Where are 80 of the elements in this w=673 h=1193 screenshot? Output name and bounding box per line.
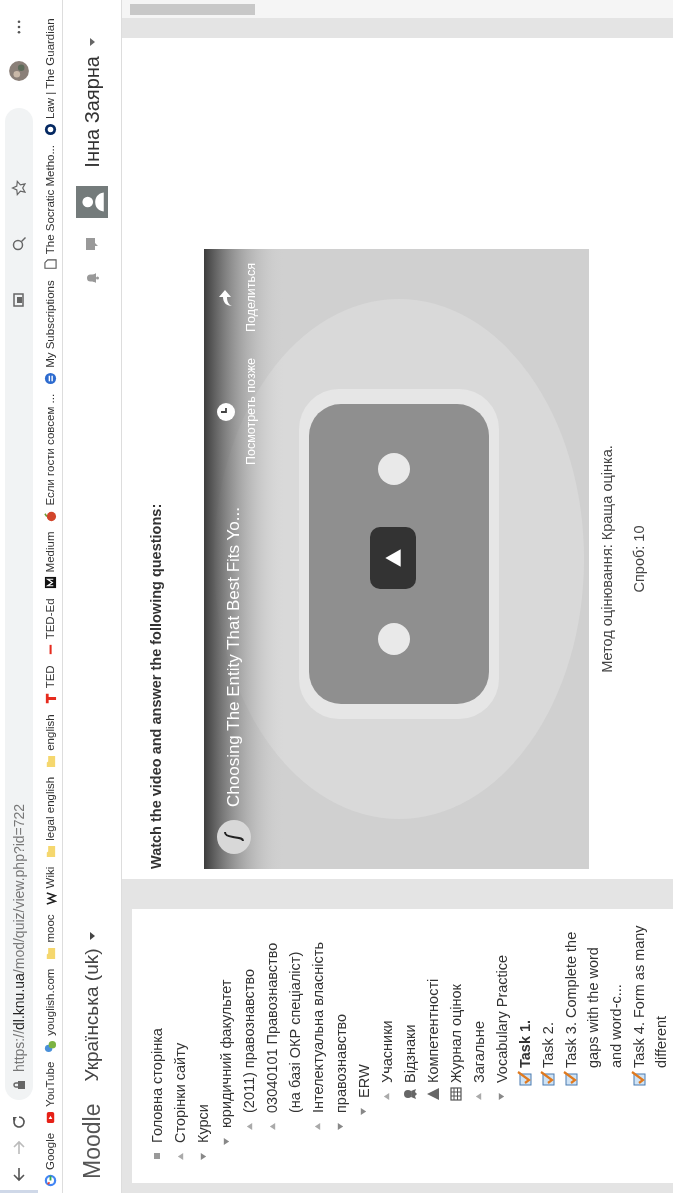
navigation-link[interactable]: правознавство <box>329 1013 352 1113</box>
clock-icon <box>216 401 236 422</box>
badge-icon <box>402 1087 417 1101</box>
quiz-icon <box>630 1070 647 1086</box>
collapsed-arrow-icon[interactable] <box>267 1122 277 1131</box>
quiz-icon <box>562 1070 579 1086</box>
attempts-text: Спроб: 10 <box>631 524 647 595</box>
bookmark[interactable]: youglish.com <box>43 968 57 1053</box>
bookmark-icon <box>43 371 57 385</box>
quiz-icon <box>539 1070 556 1086</box>
user-menu[interactable]: Інна Заярна <box>80 38 104 168</box>
bookmark[interactable]: The Socratic Metho... <box>43 145 57 272</box>
profile-avatar-icon[interactable] <box>8 60 30 82</box>
navigation-link[interactable]: Загальне <box>467 1021 490 1083</box>
address-bar[interactable]: https://dl.knu.ua/mod/quiz/view.php?id=722 <box>5 108 33 1100</box>
bullet-icon <box>154 1153 161 1159</box>
collapsed-arrow-icon[interactable] <box>382 1092 392 1101</box>
collapsed-arrow-icon[interactable] <box>313 1122 323 1131</box>
scrollbar[interactable] <box>122 0 673 18</box>
bookmark[interactable]: Medium <box>43 531 57 590</box>
bookmark-icon <box>43 123 57 136</box>
navigation-link[interactable]: Відзнаки <box>398 1024 421 1083</box>
navigation-link[interactable]: Інтелектуальна власність <box>306 941 329 1113</box>
navigation-link[interactable]: (2011) правознавство <box>238 968 261 1113</box>
collapsed-arrow-icon[interactable] <box>175 1152 185 1161</box>
lock-icon <box>13 1080 25 1090</box>
navigation-link[interactable]: Task 3. Complete the gaps with the word and word-c... <box>559 921 627 1068</box>
bookmark[interactable]: Wiki <box>43 866 57 906</box>
bookmark[interactable]: Если гости совсем ... <box>43 393 57 523</box>
caret-icon <box>89 38 95 46</box>
quiz-icon <box>516 1070 533 1086</box>
bookmark-icon <box>43 692 57 706</box>
play-icon <box>384 547 402 569</box>
pyramid-icon <box>425 1087 440 1101</box>
bookmark[interactable]: YouTube <box>43 1061 57 1124</box>
site-name[interactable]: Moodle <box>78 1103 106 1179</box>
bookmark[interactable]: english <box>43 714 57 768</box>
navigation-link[interactable]: Task 2. <box>536 1022 559 1068</box>
navigation-link[interactable]: Журнал оцінок <box>444 984 467 1083</box>
navigation-link[interactable]: Курси <box>192 1104 215 1143</box>
bookmark[interactable]: Law | The Guardian <box>43 18 57 136</box>
language-menu[interactable]: Українська (uk) <box>81 932 103 1082</box>
expanded-arrow-icon[interactable] <box>497 1092 507 1101</box>
bookmark[interactable]: TED-Ed <box>43 598 57 657</box>
play-button[interactable] <box>370 527 416 589</box>
bookmark-icon <box>43 1174 57 1187</box>
navigation-link[interactable]: юридичний факультет <box>215 979 238 1128</box>
bookmark-icon <box>43 1039 57 1053</box>
bookmark[interactable]: My Subscriptions <box>43 280 57 385</box>
expanded-arrow-icon[interactable] <box>336 1122 346 1131</box>
collapsed-arrow-icon[interactable] <box>244 1122 254 1131</box>
navigation-link[interactable]: ERW <box>352 1064 375 1098</box>
expanded-arrow-icon[interactable] <box>221 1137 231 1146</box>
avatar-icon[interactable] <box>76 185 108 218</box>
navigation-link[interactable]: Task 1. <box>513 1019 536 1068</box>
bookmark[interactable]: mooc <box>43 914 57 960</box>
navigation-link[interactable]: Компетентності <box>421 978 444 1083</box>
navigation-link[interactable]: Task 4. Form as many different <box>627 921 673 1068</box>
grading-method-text: Метод оцінювання: Краща оцінка. <box>599 444 615 675</box>
navigation-link[interactable]: 03040101 Правознавство (на базі ОКР спеціаліст) <box>261 921 306 1113</box>
bookmark-icon <box>43 258 57 272</box>
table-icon <box>448 1087 463 1101</box>
channel-avatar-icon[interactable] <box>216 819 252 855</box>
bookmark[interactable]: Google <box>43 1132 57 1187</box>
instruction-text: Watch the video and answer the following questions: <box>148 503 164 869</box>
star-icon[interactable] <box>9 178 29 198</box>
bookmark[interactable]: legal english <box>43 776 57 858</box>
bookmark-icon <box>43 576 57 590</box>
navigation-link[interactable]: Vocabulary Practice <box>490 954 513 1083</box>
navigation-link[interactable]: Сторінки сайту <box>169 1042 192 1143</box>
bookmark[interactable]: TED <box>43 665 57 706</box>
navigation-link[interactable]: Учасники <box>375 1020 398 1083</box>
chat-icon[interactable] <box>84 235 100 252</box>
expanded-arrow-icon[interactable] <box>359 1107 369 1116</box>
collapsed-arrow-icon[interactable] <box>474 1092 484 1101</box>
menu-icon[interactable] <box>17 20 21 34</box>
navigation-link[interactable]: Головна сторінка <box>146 1028 169 1143</box>
expanded-arrow-icon[interactable] <box>198 1152 208 1161</box>
bookmark-icon <box>43 509 57 523</box>
caret-icon <box>89 932 95 941</box>
